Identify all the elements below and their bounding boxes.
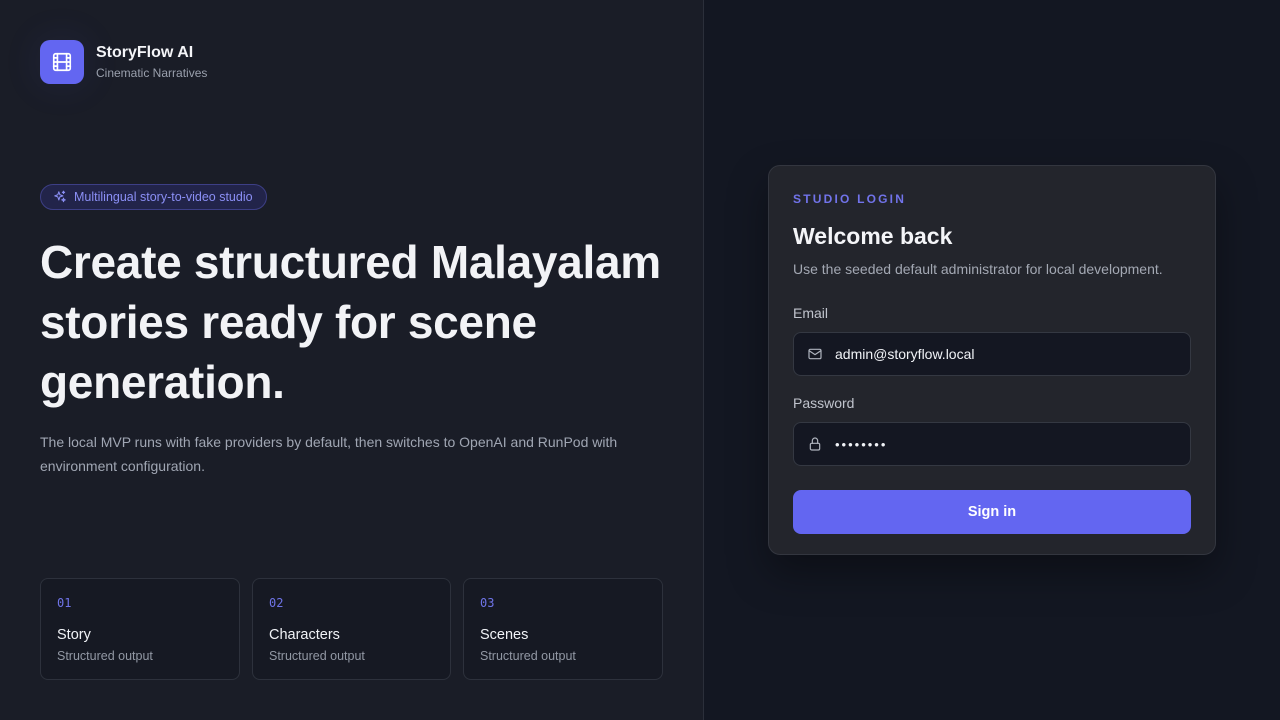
password-field[interactable]: [835, 436, 1175, 452]
page-title: Create structured Malayalam stories read…: [40, 236, 661, 408]
feature-card-story: 01 Story Structured output: [40, 578, 240, 680]
hero-description: The local MVP runs with fake providers b…: [40, 434, 618, 474]
login-description: Use the seeded default administrator for…: [793, 261, 1163, 277]
feature-card-scenes: 03 Scenes Structured output: [463, 578, 663, 680]
brand: StoryFlow AI Cinematic Narratives: [40, 40, 207, 84]
mail-icon: [807, 346, 823, 362]
card-title: Characters: [269, 627, 340, 643]
email-field-wrapper[interactable]: [793, 332, 1191, 376]
card-title: Story: [57, 627, 91, 643]
card-title: Scenes: [480, 627, 529, 643]
lock-icon: [807, 436, 823, 452]
brand-tagline: Cinematic Narratives: [96, 66, 208, 80]
email-field[interactable]: [835, 346, 1175, 362]
card-subtitle: Structured output: [57, 649, 153, 663]
password-label: Password: [793, 395, 855, 411]
card-subtitle: Structured output: [480, 649, 576, 663]
card-number: 01: [57, 596, 72, 610]
film-icon: [40, 40, 84, 84]
login-eyebrow: STUDIO LOGIN: [793, 192, 907, 206]
pill-label: Multilingual story-to-video studio: [74, 190, 253, 204]
password-field-wrapper[interactable]: [793, 422, 1191, 466]
card-subtitle: Structured output: [269, 649, 365, 663]
email-label: Email: [793, 305, 829, 321]
card-number: 03: [480, 596, 495, 610]
hero-panel: StoryFlow AI Cinematic Narratives Multil…: [0, 0, 704, 720]
login-card: STUDIO LOGIN Welcome back Use the seeded…: [768, 165, 1216, 555]
feature-pill: Multilingual story-to-video studio: [40, 184, 267, 210]
sparkles-icon: [53, 190, 67, 204]
brand-name: StoryFlow AI: [96, 44, 194, 61]
login-title: Welcome back: [793, 223, 953, 249]
sign-in-button[interactable]: Sign in: [793, 490, 1191, 534]
feature-card-characters: 02 Characters Structured output: [252, 578, 451, 680]
feature-cards: 01 Story Structured output 02 Characters…: [40, 578, 663, 680]
card-number: 02: [269, 596, 284, 610]
